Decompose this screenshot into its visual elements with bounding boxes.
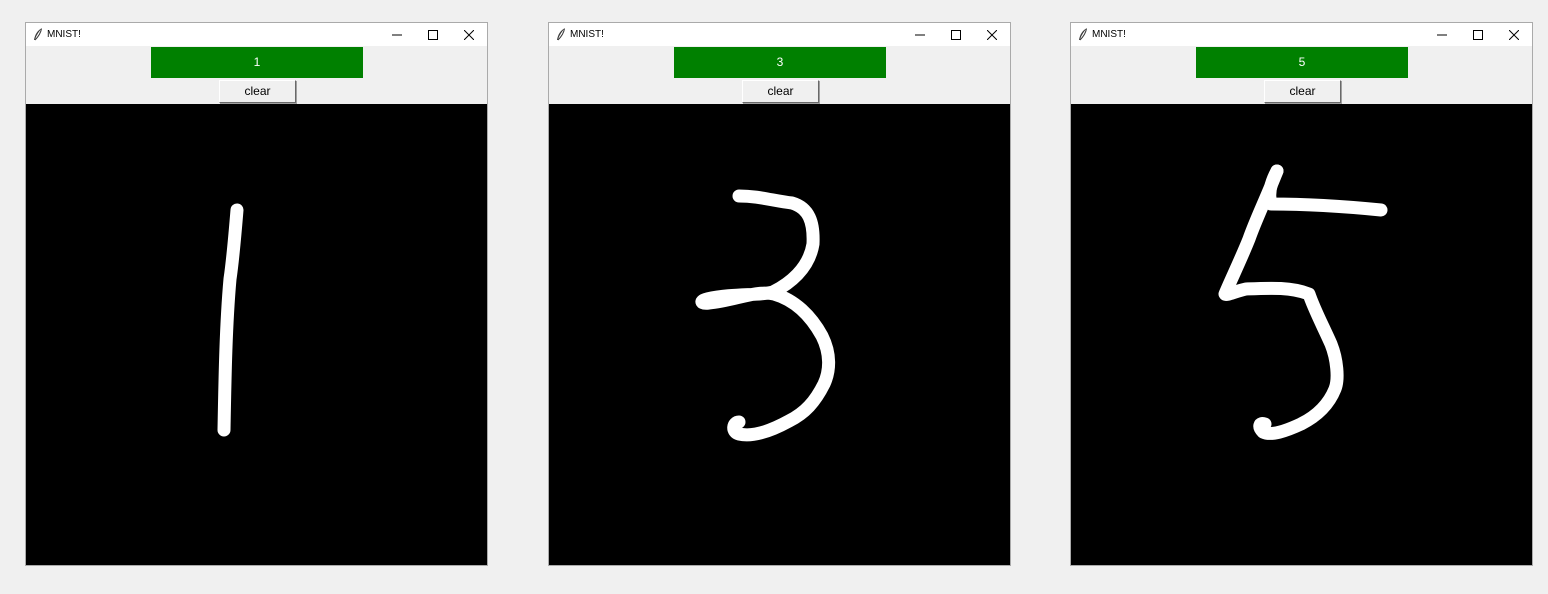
prediction-label: 3 (674, 47, 886, 78)
mnist-window-2: MNIST! 3 clear (548, 22, 1011, 566)
title-bar[interactable]: MNIST! (549, 23, 1010, 46)
digit-1-stroke (217, 203, 244, 437)
minimize-button[interactable] (902, 23, 938, 46)
close-icon (987, 30, 997, 40)
maximize-icon (1473, 30, 1483, 40)
close-icon (1509, 30, 1519, 40)
drawing-canvas[interactable] (1071, 104, 1532, 565)
maximize-icon (428, 30, 438, 40)
drawing-canvas[interactable] (26, 104, 487, 565)
minimize-button[interactable] (379, 23, 415, 46)
digit-3-stroke (695, 189, 836, 442)
minimize-button[interactable] (1424, 23, 1460, 46)
maximize-button[interactable] (415, 23, 451, 46)
feather-icon (1079, 28, 1087, 41)
prediction-label: 5 (1196, 47, 1408, 78)
close-icon (464, 30, 474, 40)
window-title: MNIST! (570, 29, 604, 40)
minimize-icon (392, 34, 402, 36)
window-title: MNIST! (1092, 29, 1126, 40)
close-button[interactable] (1496, 23, 1532, 46)
close-button[interactable] (451, 23, 487, 46)
mnist-window-1: MNIST! 1 clear (25, 22, 488, 566)
prediction-label: 1 (151, 47, 363, 78)
minimize-icon (915, 34, 925, 36)
clear-button[interactable]: clear (219, 80, 296, 103)
title-bar[interactable]: MNIST! (1071, 23, 1532, 46)
clear-button[interactable]: clear (1264, 80, 1341, 103)
mnist-window-3: MNIST! 5 clear (1070, 22, 1533, 566)
digit-5-stroke (1218, 164, 1388, 440)
maximize-icon (951, 30, 961, 40)
drawing-canvas[interactable] (549, 104, 1010, 565)
feather-icon (34, 28, 42, 41)
maximize-button[interactable] (1460, 23, 1496, 46)
minimize-icon (1437, 34, 1447, 36)
close-button[interactable] (974, 23, 1010, 46)
feather-icon (557, 28, 565, 41)
maximize-button[interactable] (938, 23, 974, 46)
clear-button[interactable]: clear (742, 80, 819, 103)
title-bar[interactable]: MNIST! (26, 23, 487, 46)
window-title: MNIST! (47, 29, 81, 40)
